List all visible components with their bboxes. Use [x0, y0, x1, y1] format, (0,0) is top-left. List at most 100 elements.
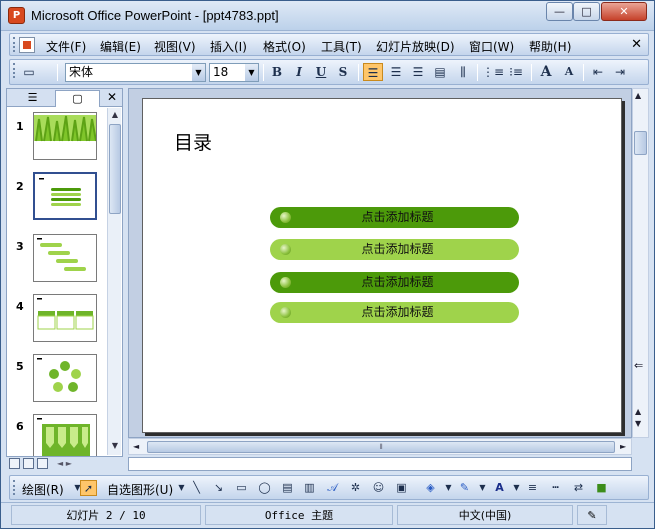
clipart-icon[interactable]: ☺: [370, 480, 387, 496]
dash-style-icon[interactable]: ┅: [547, 480, 564, 496]
chevron-down-icon[interactable]: ▼: [474, 480, 491, 496]
bold-button[interactable]: B: [267, 63, 287, 81]
menu-window[interactable]: 窗口(W): [469, 38, 514, 55]
decrease-indent-icon[interactable]: ⇤: [588, 63, 608, 81]
scroll-right-icon[interactable]: ►: [620, 442, 626, 451]
vertical-textbox-icon[interactable]: ▥: [301, 480, 318, 496]
toc-item-3[interactable]: 点击添加标题: [270, 272, 519, 293]
close-window-button[interactable]: ✕: [601, 2, 647, 21]
autoshapes-menu-button[interactable]: 自选图形(U): [107, 481, 173, 498]
font-color-icon[interactable]: A: [491, 480, 508, 496]
font-size-value: 18: [213, 65, 229, 79]
toolbar-grip[interactable]: [13, 63, 16, 78]
font-size-select[interactable]: 18 ▼: [209, 63, 259, 82]
slide-thumbnail-5[interactable]: [33, 354, 97, 402]
slide-thumbnail-4[interactable]: [33, 294, 97, 342]
tab-outline[interactable]: ☰: [10, 90, 55, 107]
spelling-status-icon[interactable]: ✎: [577, 505, 607, 525]
maximize-button[interactable]: □: [573, 2, 600, 21]
textbox-tool-icon[interactable]: ▤: [279, 480, 296, 496]
toc-item-2[interactable]: 点击添加标题: [270, 239, 519, 260]
next-slide-icon[interactable]: ▼: [635, 419, 641, 428]
toc-item-4[interactable]: 点击添加标题: [270, 302, 519, 323]
scroll-up-icon[interactable]: ▲: [109, 110, 121, 122]
previous-slide-icon[interactable]: ▲: [635, 407, 641, 416]
slide-sorter-view-icon[interactable]: [23, 458, 34, 469]
shrink-font-button[interactable]: A: [559, 63, 579, 81]
scroll-left-icon[interactable]: ◄: [133, 442, 139, 451]
notes-pane[interactable]: [128, 457, 632, 471]
resize-arrow-icon[interactable]: ⇐: [634, 359, 643, 372]
menu-edit[interactable]: 编辑(E): [100, 38, 141, 55]
underline-button[interactable]: U: [311, 63, 331, 81]
slide-thumbnail-2[interactable]: [32, 171, 98, 221]
document-icon[interactable]: [19, 37, 35, 53]
distribute-icon[interactable]: ⫼: [453, 63, 473, 81]
menu-tools[interactable]: 工具(T): [321, 38, 362, 55]
scroll-thumb[interactable]: ⦀: [147, 441, 615, 453]
shadow-button[interactable]: S: [333, 63, 353, 81]
menu-insert[interactable]: 插入(I): [210, 38, 247, 55]
normal-view-icon[interactable]: [9, 458, 20, 469]
grow-font-button[interactable]: A: [536, 63, 556, 81]
diagram-icon[interactable]: ✲: [347, 480, 364, 496]
line-style-icon[interactable]: ≡: [524, 480, 541, 496]
numbering-icon[interactable]: ⋮≡: [482, 63, 504, 81]
font-name-select[interactable]: 宋体 ▼: [65, 63, 206, 82]
menu-file[interactable]: 文件(F): [46, 38, 86, 55]
slide-3-preview: [37, 238, 86, 271]
slide-thumbnail-1[interactable]: [33, 112, 97, 160]
menu-help[interactable]: 帮助(H): [529, 38, 571, 55]
toolbar-grip[interactable]: [13, 480, 16, 495]
slides-pane-scrollbar[interactable]: ▲ ▼: [107, 108, 121, 455]
line-color-icon[interactable]: ✎: [456, 480, 473, 496]
line-tool-icon[interactable]: ╲: [188, 480, 205, 496]
scroll-up-icon[interactable]: ▲: [635, 91, 641, 100]
scroll-thumb[interactable]: [634, 131, 647, 155]
arrow-style-icon[interactable]: ⇄: [570, 480, 587, 496]
new-document-icon[interactable]: ▭: [19, 63, 39, 81]
justify-icon[interactable]: ▤: [430, 63, 450, 81]
slide-thumbnail-3[interactable]: [33, 234, 97, 282]
tab-slides[interactable]: ▢: [55, 90, 100, 107]
fill-color-icon[interactable]: ◈: [422, 480, 439, 496]
draw-menu-button[interactable]: 绘图(R): [22, 481, 64, 498]
slide-canvas[interactable]: 目录 点击添加标题 点击添加标题 点击添加标题 点击添加标题: [142, 98, 622, 433]
slideshow-view-icon[interactable]: [37, 458, 48, 469]
picture-icon[interactable]: ▣: [393, 480, 410, 496]
menu-slideshow[interactable]: 幻灯片放映(D): [376, 38, 455, 55]
chevron-down-icon[interactable]: ▼: [192, 64, 205, 81]
powerpoint-app-icon[interactable]: P: [8, 7, 25, 24]
document-close-icon[interactable]: ✕: [631, 37, 642, 52]
powerpoint-window: P Microsoft Office PowerPoint - [ppt4783…: [0, 0, 655, 529]
scroll-thumb[interactable]: [109, 124, 121, 214]
shadow-style-icon[interactable]: ■: [593, 480, 610, 496]
align-right-icon[interactable]: ☰: [408, 63, 428, 81]
oval-tool-icon[interactable]: ◯: [256, 480, 273, 496]
chevron-down-icon[interactable]: ▼: [245, 64, 258, 81]
italic-button[interactable]: I: [289, 63, 309, 81]
view-scrollbar[interactable]: ◄ ►: [57, 459, 121, 471]
minimize-button[interactable]: —: [546, 2, 573, 21]
select-pointer-icon[interactable]: ➚: [80, 480, 97, 496]
toc-item-1[interactable]: 点击添加标题: [270, 207, 519, 228]
slide-horizontal-scrollbar[interactable]: ◄ ⦀ ►: [128, 438, 632, 455]
slide-thumbnail-6[interactable]: [33, 414, 97, 456]
wordart-icon[interactable]: 𝒜: [324, 480, 341, 496]
bullets-icon[interactable]: ⁝≡: [506, 63, 526, 81]
toolbar-grip[interactable]: [13, 37, 16, 52]
arrow-tool-icon[interactable]: ↘: [210, 480, 227, 496]
scroll-down-icon[interactable]: ▼: [109, 441, 121, 453]
slide-vertical-scrollbar[interactable]: ▲ ⇐ ▲ ▼: [632, 88, 649, 438]
chevron-down-icon[interactable]: ▼: [440, 480, 457, 496]
align-center-icon[interactable]: ☰: [386, 63, 406, 81]
chevron-down-icon[interactable]: ▼: [508, 480, 525, 496]
menu-view[interactable]: 视图(V): [154, 38, 196, 55]
rectangle-tool-icon[interactable]: ▭: [233, 480, 250, 496]
slide-title[interactable]: 目录: [174, 128, 212, 155]
increase-indent-icon[interactable]: ⇥: [610, 63, 630, 81]
pane-close-icon[interactable]: ✕: [107, 90, 117, 104]
bullet-orb-icon: [280, 244, 291, 255]
menu-format[interactable]: 格式(O): [263, 38, 306, 55]
align-left-icon[interactable]: ☰: [363, 63, 383, 81]
